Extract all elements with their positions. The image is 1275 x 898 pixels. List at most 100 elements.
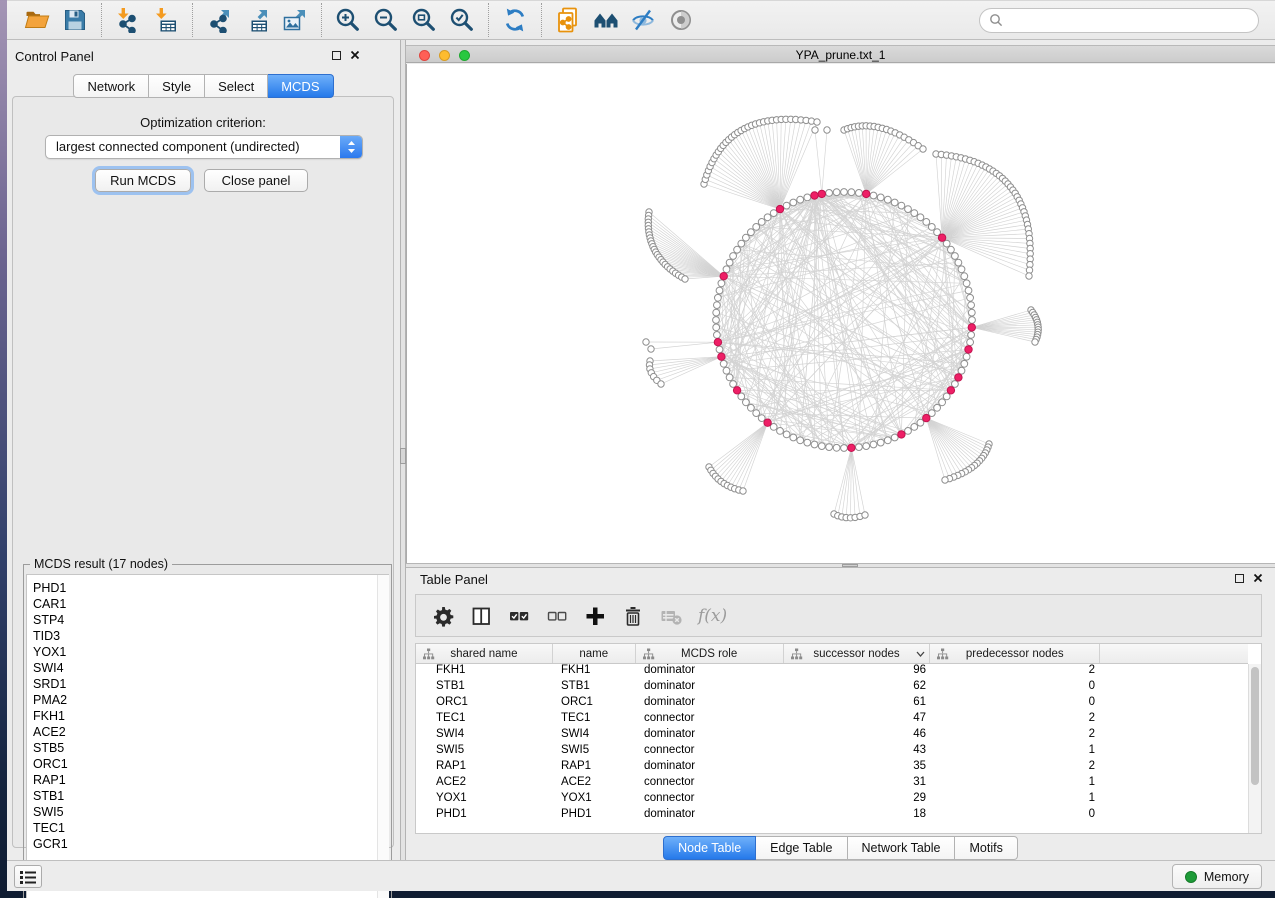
cell: PHD1 — [553, 808, 636, 824]
search-box[interactable] — [979, 8, 1259, 33]
dropdown-arrows-icon — [340, 136, 362, 158]
network-window-titlebar[interactable]: YPA_prune.txt_1 — [406, 45, 1275, 63]
column-header-predecessor-nodes[interactable]: predecessor nodes — [930, 644, 1100, 663]
tab-motifs[interactable]: Motifs — [955, 836, 1017, 860]
cell: 31 — [784, 776, 931, 792]
horizontal-splitter-handle[interactable] — [842, 564, 858, 567]
refresh-layout-icon[interactable] — [502, 7, 528, 33]
table-scrollbar-thumb[interactable] — [1251, 667, 1259, 785]
export-image-icon[interactable] — [282, 7, 308, 33]
memory-button[interactable]: Memory — [1172, 864, 1262, 889]
save-session-icon[interactable] — [62, 7, 88, 33]
table-row[interactable]: TEC1TEC1connector472 — [416, 712, 1248, 728]
search-input[interactable] — [1008, 13, 1249, 27]
mcds-result-item[interactable]: STP4 — [33, 612, 388, 628]
cell: 0 — [931, 696, 1101, 712]
tab-node-table[interactable]: Node Table — [663, 836, 756, 860]
float-panel-icon[interactable] — [332, 51, 341, 60]
mcds-result-item[interactable]: ACE2 — [33, 724, 388, 740]
close-panel-button[interactable]: Close panel — [204, 169, 308, 192]
mcds-result-item[interactable]: GCR1 — [33, 836, 388, 852]
cell: 1 — [931, 776, 1101, 792]
table-row[interactable]: PHD1PHD1dominator180 — [416, 808, 1248, 824]
table-row[interactable]: YOX1YOX1connector291 — [416, 792, 1248, 808]
mcds-result-groupbox: MCDS result (17 nodes) PHD1CAR1STP4TID3Y… — [23, 564, 392, 898]
mcds-result-item[interactable]: TID3 — [33, 628, 388, 644]
zoom-out-icon[interactable] — [373, 7, 399, 33]
cell: FKH1 — [553, 664, 636, 680]
network-graph[interactable] — [407, 64, 1275, 563]
table-row[interactable]: SWI4SWI4dominator462 — [416, 728, 1248, 744]
leaf-nodes[interactable] — [643, 116, 1042, 521]
network-canvas[interactable] — [406, 64, 1275, 563]
add-column-icon[interactable] — [584, 605, 606, 627]
cell: 1 — [931, 792, 1101, 808]
control-panel-title: Control Panel — [15, 49, 94, 64]
table-row[interactable]: RAP1RAP1dominator352 — [416, 760, 1248, 776]
mcds-list-scrollbar[interactable] — [377, 575, 389, 898]
mcds-result-list[interactable]: PHD1CAR1STP4TID3YOX1SWI4SRD1PMA2FKH1ACE2… — [26, 574, 389, 898]
cell: connector — [636, 792, 784, 808]
export-table-icon[interactable] — [244, 7, 270, 33]
close-table-panel-icon[interactable] — [1253, 573, 1263, 583]
table-row[interactable]: FKH1FKH1dominator962 — [416, 664, 1248, 680]
zoom-fit-icon[interactable] — [411, 7, 437, 33]
table-row[interactable]: SWI5SWI5connector431 — [416, 744, 1248, 760]
mcds-result-item[interactable]: CAR1 — [33, 596, 388, 612]
mcds-result-item[interactable]: STB5 — [33, 740, 388, 756]
open-file-icon[interactable] — [24, 7, 50, 33]
search-icon — [989, 13, 1003, 27]
column-header-successor-nodes[interactable]: successor nodes — [784, 644, 931, 663]
cell: 1 — [931, 744, 1101, 760]
close-panel-icon[interactable] — [350, 50, 360, 60]
tab-mcds[interactable]: MCDS — [268, 74, 333, 98]
tab-network-table[interactable]: Network Table — [848, 836, 956, 860]
show-columns-icon[interactable] — [470, 605, 492, 627]
table-settings-icon[interactable] — [432, 605, 454, 627]
mcds-result-item[interactable]: TEC1 — [33, 820, 388, 836]
optimization-criterion-select[interactable]: largest connected component (undirected) — [45, 135, 363, 159]
cell: dominator — [636, 760, 784, 776]
delete-columns-icon[interactable] — [622, 605, 644, 627]
task-history-button[interactable] — [14, 865, 42, 888]
mcds-result-item[interactable]: SRD1 — [33, 676, 388, 692]
column-header-MCDS-role[interactable]: MCDS role — [636, 644, 784, 663]
float-table-panel-icon[interactable] — [1235, 574, 1244, 583]
mcds-result-item[interactable]: STB1 — [33, 788, 388, 804]
mcds-result-item[interactable]: SWI4 — [33, 660, 388, 676]
mcds-result-item[interactable]: PMA2 — [33, 692, 388, 708]
zoom-selected-icon[interactable] — [449, 7, 475, 33]
tab-style[interactable]: Style — [149, 74, 205, 98]
tab-select[interactable]: Select — [205, 74, 268, 98]
deselect-all-rows-icon[interactable] — [546, 605, 568, 627]
run-mcds-button[interactable]: Run MCDS — [95, 169, 191, 192]
zoom-in-icon[interactable] — [335, 7, 361, 33]
table-row[interactable]: ACE2ACE2connector311 — [416, 776, 1248, 792]
mcds-result-item[interactable]: ORC1 — [33, 756, 388, 772]
cell: dominator — [636, 680, 784, 696]
network-overview-icon[interactable] — [555, 7, 581, 33]
column-header-filler — [1100, 644, 1248, 663]
app-window: Control Panel NetworkStyleSelectMCDS Opt… — [7, 0, 1275, 891]
mcds-result-item[interactable]: FKH1 — [33, 708, 388, 724]
import-network-icon[interactable] — [115, 7, 141, 33]
mcds-result-item[interactable]: YOX1 — [33, 644, 388, 660]
show-all-icon[interactable] — [669, 7, 695, 33]
find-icon[interactable] — [593, 7, 619, 33]
mcds-result-item[interactable]: SWI5 — [33, 804, 388, 820]
hide-selected-icon[interactable] — [631, 7, 657, 33]
mcds-result-item[interactable]: PHD1 — [33, 580, 388, 596]
import-table-icon[interactable] — [153, 7, 179, 33]
table-scrollbar[interactable] — [1248, 664, 1261, 833]
cell: RAP1 — [553, 760, 636, 776]
table-row[interactable]: ORC1ORC1dominator610 — [416, 696, 1248, 712]
tab-network[interactable]: Network — [73, 74, 149, 98]
export-network-icon[interactable] — [206, 7, 232, 33]
column-header-shared-name[interactable]: shared name — [416, 644, 553, 663]
tab-edge-table[interactable]: Edge Table — [756, 836, 847, 860]
column-header-name[interactable]: name — [553, 644, 636, 663]
mcds-result-item[interactable]: RAP1 — [33, 772, 388, 788]
select-all-rows-icon[interactable] — [508, 605, 530, 627]
table-row[interactable]: STB1STB1dominator620 — [416, 680, 1248, 696]
cell: 35 — [784, 760, 931, 776]
